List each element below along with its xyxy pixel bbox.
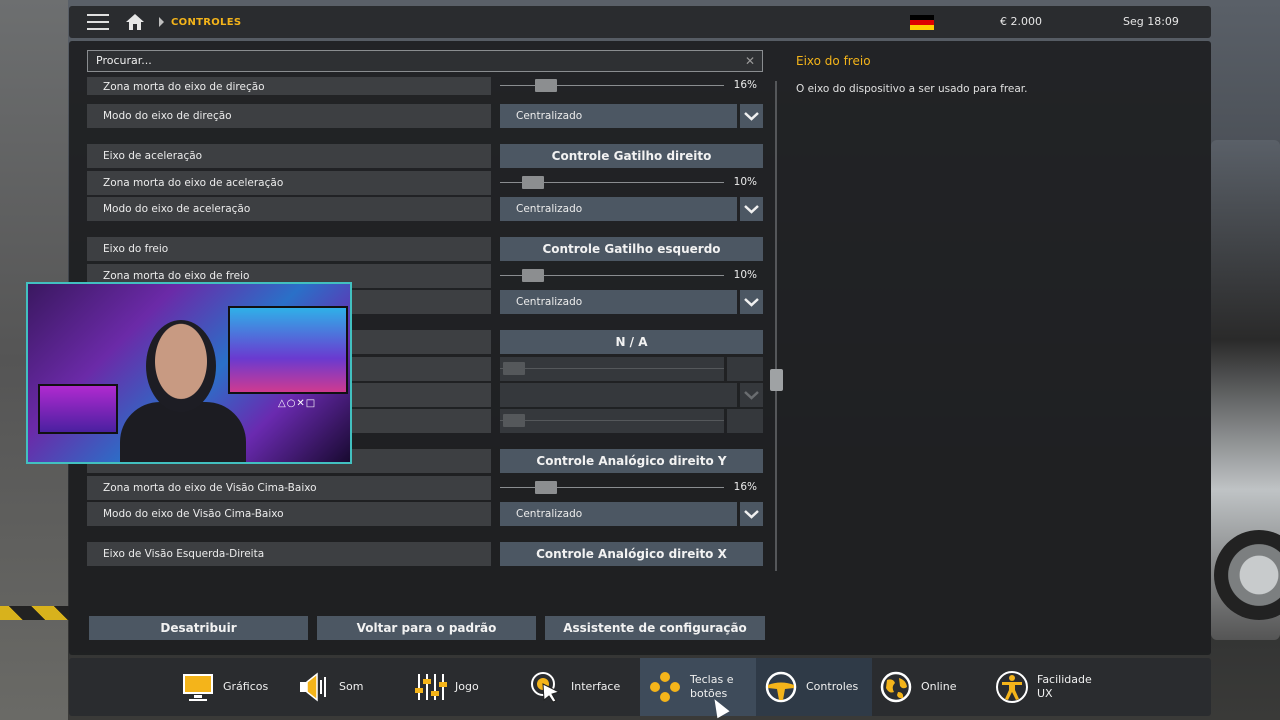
nav-som[interactable]: Som	[297, 658, 397, 716]
webcam-person-image	[146, 320, 216, 412]
germany-flag-icon[interactable]	[910, 15, 934, 30]
axis-binding-button[interactable]: Controle Gatilho esquerdo	[500, 237, 763, 261]
axis-binding-button[interactable]: Controle Analógico direito X	[500, 542, 763, 566]
setup-wizard-button[interactable]: Assistente de configuração	[545, 616, 765, 640]
home-icon[interactable]	[125, 13, 145, 31]
slider-value-empty	[727, 409, 763, 433]
chevron-down-icon[interactable]	[740, 290, 763, 314]
deadzone-slider-disabled	[500, 409, 724, 433]
list-scrollbar-track[interactable]	[775, 81, 777, 571]
list-scrollbar-thumb[interactable]	[770, 369, 783, 391]
nav-controles[interactable]: Controles	[756, 658, 872, 716]
mode-dropdown[interactable]: Centralizado	[500, 502, 737, 526]
accessibility-icon	[995, 670, 1029, 704]
mode-dropdown[interactable]: Centralizado	[500, 197, 737, 221]
help-title: Eixo do freio	[796, 54, 871, 68]
row-label: Eixo de aceleração	[87, 144, 491, 168]
list-item: Zona morta do eixo de aceleração 10%	[87, 171, 763, 195]
deadzone-slider[interactable]	[500, 476, 724, 500]
playstation-logo-icon: △○✕□	[278, 398, 317, 409]
mode-dropdown[interactable]: Centralizado	[500, 290, 737, 314]
search-input-value: Procurar...	[96, 54, 152, 67]
deadzone-slider[interactable]	[500, 171, 724, 195]
list-item: Eixo do freio Controle Gatilho esquerdo	[87, 237, 763, 261]
steering-wheel-icon	[764, 670, 798, 704]
row-label: Eixo do freio	[87, 237, 491, 261]
row-label: Eixo de Visão Esquerda-Direita	[87, 542, 491, 566]
list-item: Eixo de Visão Esquerda-Direita Controle …	[87, 542, 763, 566]
top-bar: CONTROLES € 2.000 Seg 18:09	[69, 6, 1211, 38]
row-label: Modo do eixo de direção	[87, 104, 491, 128]
nav-label: Facilidade UX	[1037, 673, 1092, 700]
unassign-button[interactable]: Desatribuir	[89, 616, 308, 640]
chevron-down-icon[interactable]	[740, 197, 763, 221]
slider-value: 10%	[733, 269, 757, 281]
nav-label: Som	[339, 680, 364, 693]
game-clock: Seg 18:09	[1123, 15, 1179, 28]
gamepad-dots-icon	[648, 670, 682, 704]
sliders-icon	[413, 670, 447, 704]
list-item: Zona morta do eixo de direção 16%	[87, 77, 763, 101]
row-label: Zona morta do eixo de direção	[87, 77, 491, 95]
speaker-icon	[297, 670, 331, 704]
slider-value-empty	[727, 357, 763, 381]
nav-label: Controles	[806, 680, 859, 693]
mode-dropdown-disabled	[500, 383, 737, 407]
slider-value: 16%	[733, 481, 757, 493]
chevron-down-icon[interactable]	[740, 502, 763, 526]
breadcrumb[interactable]: CONTROLES	[171, 17, 241, 28]
nav-label: Gráficos	[223, 680, 269, 693]
row-label: Zona morta do eixo de aceleração	[87, 171, 491, 195]
search-input[interactable]: Procurar... ✕	[87, 50, 763, 72]
monitor-icon	[181, 670, 215, 704]
list-item: Modo do eixo de Visão Cima-Baixo Central…	[87, 502, 763, 526]
list-item: Zona morta do eixo de Visão Cima-Baixo 1…	[87, 476, 763, 500]
mode-dropdown[interactable]: Centralizado	[500, 104, 737, 128]
slider-value: 10%	[733, 176, 757, 188]
hamburger-menu-icon[interactable]	[87, 14, 109, 30]
axis-binding-button[interactable]: Controle Analógico direito Y	[500, 449, 763, 473]
webcam-monitor-image	[38, 384, 118, 434]
nav-label: Online	[921, 680, 957, 693]
nav-interface[interactable]: Interface	[529, 658, 641, 716]
globe-icon	[879, 670, 913, 704]
chevron-down-icon[interactable]	[740, 104, 763, 128]
deadzone-slider[interactable]	[500, 77, 724, 95]
bottom-nav: Gráficos Som Jogo Interface Teclas e bot…	[69, 658, 1211, 716]
row-label: Zona morta do eixo de Visão Cima-Baixo	[87, 476, 491, 500]
nav-label: Interface	[571, 680, 621, 693]
webcam-monitor-image	[228, 306, 348, 394]
nav-facilidade-ux[interactable]: Facilidade UX	[995, 658, 1115, 716]
nav-teclas-botoes[interactable]: Teclas e botões	[640, 658, 756, 716]
row-label: Modo do eixo de Visão Cima-Baixo	[87, 502, 491, 526]
clear-search-icon[interactable]: ✕	[745, 54, 755, 68]
deadzone-slider[interactable]	[500, 264, 724, 288]
background-hazard-stripe	[0, 606, 69, 620]
money-balance: € 2.000	[1000, 15, 1042, 28]
row-label: Modo do eixo de aceleração	[87, 197, 491, 221]
list-item: Eixo de aceleração Controle Gatilho dire…	[87, 144, 763, 168]
list-item: Modo do eixo de direção Centralizado	[87, 104, 763, 128]
breadcrumb-arrow-icon	[159, 17, 164, 27]
cursor-target-icon	[529, 670, 563, 704]
deadzone-slider-disabled	[500, 357, 724, 381]
reset-default-button[interactable]: Voltar para o padrão	[317, 616, 536, 640]
axis-binding-button[interactable]: N / A	[500, 330, 763, 354]
chevron-down-icon	[740, 383, 763, 407]
list-item: Modo do eixo de aceleração Centralizado	[87, 197, 763, 221]
nav-graficos[interactable]: Gráficos	[181, 658, 291, 716]
nav-label: Jogo	[455, 680, 479, 693]
nav-online[interactable]: Online	[879, 658, 979, 716]
webcam-overlay: △○✕□	[26, 282, 352, 464]
axis-binding-button[interactable]: Controle Gatilho direito	[500, 144, 763, 168]
slider-value: 16%	[733, 79, 757, 91]
nav-jogo[interactable]: Jogo	[413, 658, 523, 716]
help-text: O eixo do dispositivo a ser usado para f…	[796, 83, 1028, 95]
